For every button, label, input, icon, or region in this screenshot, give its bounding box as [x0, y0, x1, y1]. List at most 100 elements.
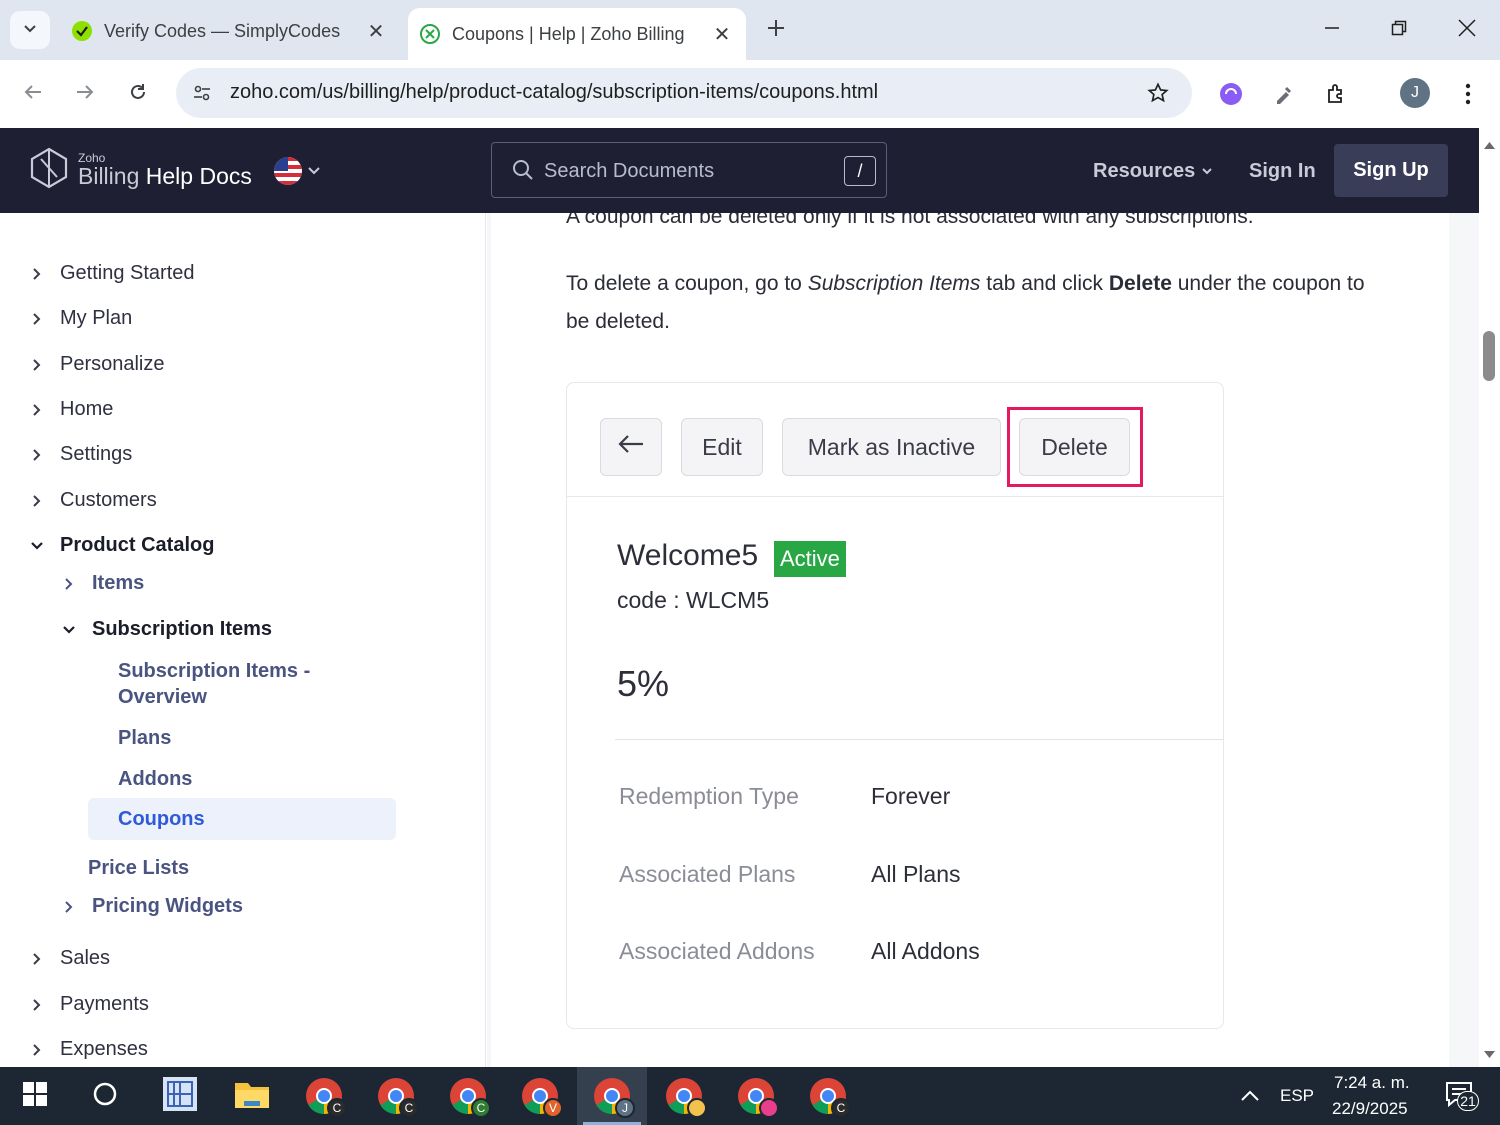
paragraph-bold: Delete [1108, 272, 1172, 295]
extensions-puzzle-icon[interactable] [1321, 78, 1353, 110]
sidebar-item-getting-started[interactable]: Getting Started [28, 262, 195, 285]
reload-button[interactable] [118, 74, 158, 114]
forward-button[interactable] [65, 74, 105, 114]
sidebar-item-settings[interactable]: Settings [28, 443, 132, 466]
site-info-icon[interactable] [186, 77, 218, 109]
url-text[interactable]: zoho.com/us/billing/help/product-catalog… [230, 81, 878, 104]
chrome-app-8[interactable]: C [793, 1067, 863, 1125]
tab-zoho-coupons[interactable]: Coupons | Help | Zoho Billing ✕ [408, 8, 746, 60]
chevron-down-icon [1201, 160, 1213, 182]
chevron-right-icon [28, 310, 46, 328]
docs-sidebar: Getting Started My Plan Personalize Home… [0, 213, 486, 1067]
chrome-icon [665, 1077, 707, 1118]
sidebar-item-sales[interactable]: Sales [28, 947, 110, 970]
sidebar-item-subscription-items[interactable]: Subscription Items [60, 618, 272, 641]
chevron-up-icon[interactable] [1240, 1087, 1260, 1107]
profile-badge: C [327, 1098, 347, 1118]
detail-label: Redemption Type [619, 783, 799, 809]
tab-title: Coupons | Help | Zoho Billing [452, 23, 685, 44]
sign-up-button[interactable]: Sign Up [1334, 144, 1448, 197]
sidebar-item-product-catalog[interactable]: Product Catalog [28, 534, 214, 557]
sidebar-item-price-lists[interactable]: Price Lists [88, 855, 189, 881]
logo-helpdocs-word: Help Docs [145, 163, 252, 189]
chrome-app-6[interactable] [649, 1067, 719, 1125]
chevron-right-icon [28, 401, 46, 419]
chevron-right-icon [28, 1041, 46, 1059]
profile-badge: J [615, 1098, 635, 1118]
chrome-icon: C [305, 1077, 347, 1118]
restore-button[interactable] [1374, 10, 1424, 50]
article-paragraph-cut: A coupon can be deleted only if it is no… [566, 213, 1254, 228]
close-tab-icon[interactable]: ✕ [708, 20, 736, 48]
close-tab-icon[interactable]: ✕ [362, 17, 390, 45]
page-scrollbar[interactable] [1479, 128, 1500, 1067]
windows-logo-icon [22, 1081, 48, 1112]
paragraph-text: To delete a coupon, go to [566, 272, 808, 295]
back-button[interactable] [13, 74, 53, 114]
scroll-up-icon[interactable] [1484, 136, 1495, 154]
new-tab-button[interactable] [760, 14, 792, 46]
sidebar-item-home[interactable]: Home [28, 398, 113, 421]
paragraph-text: tab and click [980, 272, 1109, 295]
sidebar-item-personalize[interactable]: Personalize [28, 353, 165, 376]
us-flag-icon[interactable] [274, 157, 302, 185]
sidebar-item-plans[interactable]: Plans [118, 725, 171, 751]
sidebar-item-payments[interactable]: Payments [28, 993, 149, 1016]
clock-time[interactable]: 7:24 a. m. [1334, 1073, 1410, 1093]
chrome-icon: J [593, 1077, 635, 1118]
windows-taskbar: C C C V J C ESP 7:24 a. m. 22/9/2025 21 [0, 1067, 1500, 1125]
profile-avatar[interactable]: J [1400, 78, 1430, 108]
notifications-button[interactable]: 21 [1425, 1067, 1495, 1125]
tab-simplycodes[interactable]: Verify Codes — SimplyCodes ✕ [60, 8, 400, 54]
search-documents-input[interactable]: Search Documents / [491, 142, 887, 198]
main-content: A coupon can be deleted only if it is no… [487, 213, 1479, 1067]
sidebar-item-label: Personalize [60, 353, 165, 375]
chrome-app-4[interactable]: V [505, 1067, 575, 1125]
chrome-app-3[interactable]: C [433, 1067, 503, 1125]
chevron-right-icon [60, 898, 78, 916]
language-indicator[interactable]: ESP [1280, 1086, 1314, 1106]
task-view-app[interactable] [145, 1067, 215, 1125]
sidebar-item-customers[interactable]: Customers [28, 489, 157, 512]
sidebar-item-label: Overview [118, 686, 207, 708]
zoho-billing-logo[interactable]: Zoho Billing Help Docs [28, 147, 252, 194]
delete-highlight-box [1007, 407, 1143, 487]
article-body: A coupon can be deleted only if it is no… [491, 213, 1449, 1067]
coupon-action-bar: Edit Mark as Inactive Delete [567, 383, 1223, 497]
sidebar-item-subscription-items-overview[interactable]: Subscription Items - Overview [118, 658, 310, 710]
sidebar-item-addons[interactable]: Addons [118, 766, 192, 792]
more-menu-icon[interactable] [1452, 78, 1484, 110]
address-bar[interactable]: zoho.com/us/billing/help/product-catalog… [176, 68, 1192, 118]
sidebar-item-coupons[interactable]: Coupons [88, 798, 396, 840]
chevron-down-icon[interactable] [306, 162, 322, 183]
resources-menu[interactable]: Resources [1093, 160, 1213, 183]
sidebar-item-my-plan[interactable]: My Plan [28, 307, 132, 330]
sign-in-link[interactable]: Sign In [1249, 160, 1316, 183]
chevron-right-icon [28, 492, 46, 510]
clock-date[interactable]: 22/9/2025 [1332, 1099, 1408, 1119]
sidebar-item-items[interactable]: Items [60, 572, 144, 595]
scroll-down-icon[interactable] [1484, 1046, 1495, 1064]
notification-icon: 21 [1445, 1081, 1479, 1111]
bookmark-star-icon[interactable] [1144, 79, 1172, 107]
file-explorer-app[interactable] [217, 1067, 287, 1125]
taskbar-search-button[interactable] [70, 1067, 140, 1125]
chrome-app-7[interactable] [721, 1067, 791, 1125]
scrollbar-thumb[interactable] [1483, 331, 1495, 381]
profile-badge: V [543, 1098, 563, 1118]
close-window-button[interactable] [1442, 10, 1492, 50]
chrome-app-5-active[interactable]: J [577, 1067, 647, 1125]
chrome-app-2[interactable]: C [361, 1067, 431, 1125]
extension-purple-icon[interactable] [1215, 78, 1247, 110]
back-arrow-button [600, 418, 662, 476]
tab-search-button[interactable] [10, 11, 50, 49]
minimize-button[interactable] [1307, 10, 1357, 50]
start-button[interactable] [0, 1067, 70, 1125]
extension-dropper-icon[interactable] [1268, 78, 1300, 110]
sidebar-item-pricing-widgets[interactable]: Pricing Widgets [60, 895, 243, 918]
chrome-app-1[interactable]: C [289, 1067, 359, 1125]
detail-value: Forever [871, 783, 951, 809]
arrow-right-icon [75, 82, 95, 107]
sidebar-item-expenses[interactable]: Expenses [28, 1038, 148, 1061]
chevron-right-icon [28, 996, 46, 1014]
